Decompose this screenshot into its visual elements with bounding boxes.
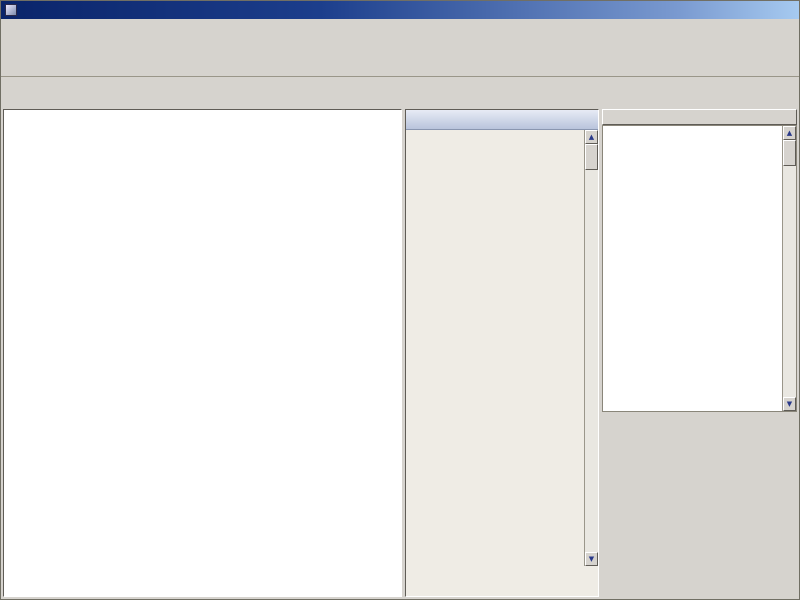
- main-content: ▲ ▼ ▲ ▼: [1, 107, 799, 599]
- scroll-down-icon[interactable]: ▼: [783, 397, 796, 411]
- scroll-up-icon[interactable]: ▲: [783, 126, 796, 140]
- points-table-scrollbar[interactable]: ▲ ▼: [782, 126, 796, 411]
- points-panel-caption: [602, 109, 797, 125]
- main-toolbar: [1, 19, 799, 77]
- load-displacement-chart: [6, 138, 399, 596]
- results-panel-caption: [406, 110, 598, 130]
- results-list: [406, 130, 584, 566]
- points-table-wrap: ▲ ▼: [602, 125, 797, 412]
- scroll-track[interactable]: [585, 144, 598, 552]
- results-scrollbar[interactable]: ▲ ▼: [584, 130, 598, 566]
- chart-panel: [3, 109, 402, 597]
- app-window: ▲ ▼ ▲ ▼: [0, 0, 800, 600]
- point-selector-dial[interactable]: [602, 412, 796, 540]
- scroll-track[interactable]: [783, 140, 796, 397]
- points-panel: ▲ ▼: [602, 109, 797, 597]
- record-nav: [406, 568, 598, 594]
- tab-bar: [1, 77, 799, 107]
- scroll-down-icon[interactable]: ▼: [585, 552, 598, 566]
- title-bar: [1, 1, 799, 19]
- scroll-up-icon[interactable]: ▲: [585, 130, 598, 144]
- results-panel: ▲ ▼: [405, 109, 599, 597]
- scroll-thumb[interactable]: [783, 140, 796, 166]
- scroll-thumb[interactable]: [585, 144, 598, 170]
- app-icon: [5, 4, 17, 16]
